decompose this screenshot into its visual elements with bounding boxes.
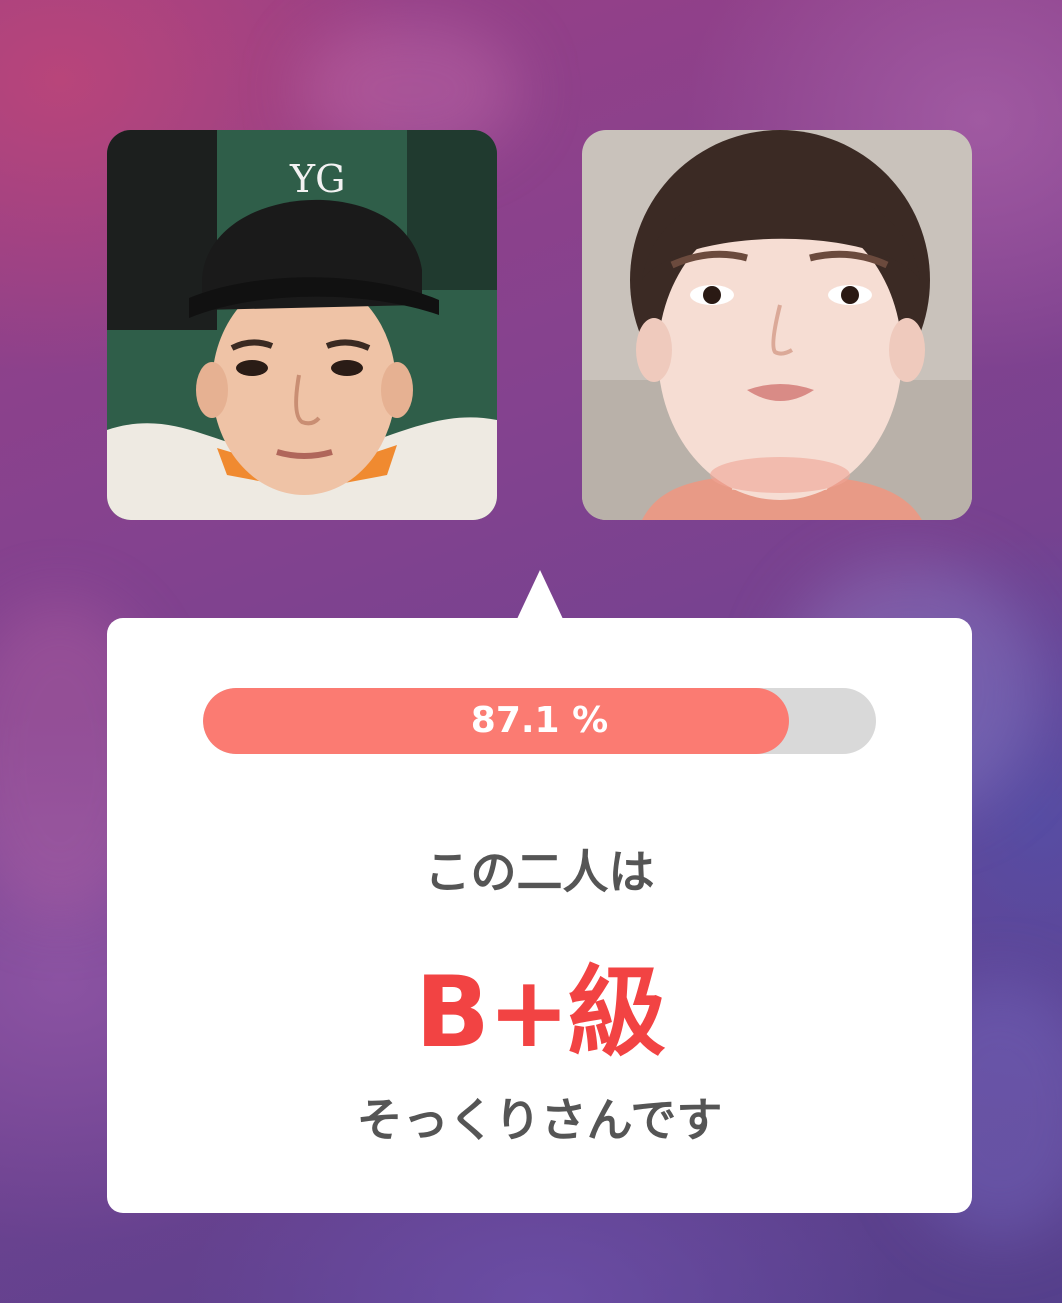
similarity-percentage: 87.1 % [470,700,609,741]
person-photo-icon: YG [107,130,497,520]
similarity-grade: B+級 [415,956,666,1070]
similarity-progress-bar: 87.1 % [203,688,876,754]
result-card: 87.1 % この二人は B+級 そっくりさんです [107,618,972,1213]
left-person-photo: YG [107,130,497,520]
result-outro-text: そっくりさんです [356,1093,723,1147]
right-person-photo [582,130,972,520]
speech-bubble-pointer [517,570,563,619]
result-intro-text: この二人は [424,845,655,899]
person-photo-icon [582,130,972,520]
svg-text:YG: YG [289,157,345,201]
